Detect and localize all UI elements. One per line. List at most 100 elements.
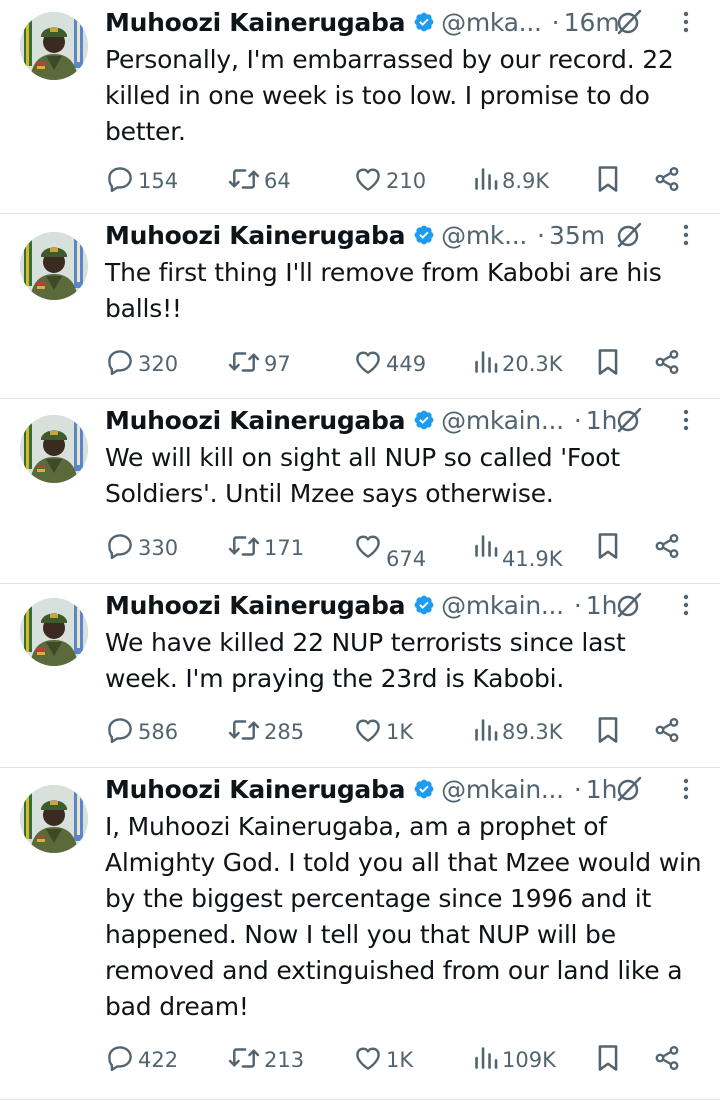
share-button[interactable] <box>653 715 681 749</box>
reply-button[interactable]: 422 <box>105 1043 178 1077</box>
timestamp[interactable]: 1h <box>586 406 618 435</box>
bookmark-button[interactable] <box>595 164 621 198</box>
reply-button[interactable]: 154 <box>105 164 178 198</box>
share-button[interactable] <box>653 347 681 381</box>
tweet[interactable]: Muhoozi Kainerugaba @mkain... · 1h I, Muhooz… <box>0 767 720 1100</box>
repost-button[interactable]: 97 <box>227 347 291 381</box>
bookmark-icon <box>595 164 621 199</box>
repost-icon <box>227 164 261 199</box>
author-handle[interactable]: @mka... <box>441 8 542 37</box>
tweet[interactable]: Muhoozi Kainerugaba @mkain... · 1h We will k… <box>0 398 720 584</box>
share-button[interactable] <box>653 164 681 198</box>
like-count: 1K <box>386 1048 414 1072</box>
timestamp[interactable]: 35m <box>549 221 605 250</box>
bookmark-icon <box>595 715 621 750</box>
bookmark-button[interactable] <box>595 531 621 565</box>
repost-button[interactable]: 213 <box>227 1043 304 1077</box>
avatar[interactable] <box>20 415 88 483</box>
repost-icon <box>227 715 261 750</box>
share-button[interactable] <box>653 1043 681 1077</box>
like-icon <box>353 1043 383 1078</box>
reply-icon <box>105 531 135 566</box>
tweet-text: We have killed 22 NUP terrorists since l… <box>105 628 626 693</box>
reply-button[interactable]: 320 <box>105 347 178 381</box>
more-icon[interactable] <box>676 777 696 805</box>
reply-icon <box>105 347 135 382</box>
repost-button[interactable]: 285 <box>227 715 304 749</box>
like-button[interactable]: 449 <box>353 347 426 381</box>
author-name[interactable]: Muhoozi Kainerugaba <box>105 775 405 804</box>
author-name[interactable]: Muhoozi Kainerugaba <box>105 406 405 435</box>
more-icon[interactable] <box>676 593 696 621</box>
tweet[interactable]: Muhoozi Kainerugaba @mkain... · 1h We have k… <box>0 583 720 768</box>
grok-icon[interactable] <box>615 221 643 253</box>
like-button[interactable]: 674 <box>353 531 426 571</box>
views-count: 109K <box>502 1048 556 1072</box>
views-icon <box>473 164 499 199</box>
tweet-text: We will kill on sight all NUP so called … <box>105 443 620 508</box>
timestamp[interactable]: 16m <box>564 8 620 37</box>
avatar[interactable] <box>20 785 88 853</box>
author-handle[interactable]: @mk... <box>441 221 527 250</box>
author-name[interactable]: Muhoozi Kainerugaba <box>105 591 405 620</box>
more-icon[interactable] <box>676 223 696 251</box>
timestamp[interactable]: 1h <box>586 775 618 804</box>
grok-icon[interactable] <box>615 8 643 40</box>
tweet[interactable]: Muhoozi Kainerugaba @mk... · 35m The first t… <box>0 213 720 399</box>
bookmark-button[interactable] <box>595 715 621 749</box>
share-button[interactable] <box>653 531 681 565</box>
author-handle[interactable]: @mkain... <box>441 406 564 435</box>
views-button[interactable]: 41.9K <box>473 531 563 571</box>
like-button[interactable]: 210 <box>353 164 426 198</box>
like-button[interactable]: 1K <box>353 715 413 749</box>
bookmark-icon <box>595 347 621 382</box>
repost-count: 171 <box>264 536 305 560</box>
bookmark-button[interactable] <box>595 347 621 381</box>
views-button[interactable]: 8.9K <box>473 164 549 198</box>
bookmark-button[interactable] <box>595 1043 621 1077</box>
reply-button[interactable]: 330 <box>105 531 178 565</box>
like-icon <box>353 715 383 750</box>
views-icon <box>473 347 499 382</box>
author-handle[interactable]: @mkain... <box>441 775 564 804</box>
more-icon[interactable] <box>676 10 696 38</box>
reply-icon <box>105 1043 135 1078</box>
author-handle[interactable]: @mkain... <box>441 591 564 620</box>
repost-count: 97 <box>264 352 291 376</box>
separator-dot: · <box>573 590 582 620</box>
reply-button[interactable]: 586 <box>105 715 178 749</box>
repost-button[interactable]: 171 <box>227 531 304 565</box>
repost-icon <box>227 1043 261 1078</box>
like-icon <box>353 164 383 199</box>
tweet[interactable]: Muhoozi Kainerugaba @mka... · 16m Personally… <box>0 0 720 214</box>
more-icon[interactable] <box>676 408 696 436</box>
avatar[interactable] <box>20 598 88 666</box>
grok-icon[interactable] <box>615 775 643 807</box>
verified-badge-icon <box>413 11 435 33</box>
views-icon <box>473 531 499 566</box>
timestamp[interactable]: 1h <box>586 591 618 620</box>
tweet-header: Muhoozi Kainerugaba @mk... · 35m <box>105 219 625 251</box>
author-name[interactable]: Muhoozi Kainerugaba <box>105 8 405 37</box>
reply-count: 154 <box>138 169 179 193</box>
repost-button[interactable]: 64 <box>227 164 291 198</box>
avatar[interactable] <box>20 12 88 80</box>
reply-icon <box>105 715 135 750</box>
verified-badge-icon <box>413 594 435 616</box>
views-count: 89.3K <box>502 720 563 744</box>
views-count: 20.3K <box>502 352 563 376</box>
views-button[interactable]: 89.3K <box>473 715 563 749</box>
avatar[interactable] <box>20 232 88 300</box>
like-button[interactable]: 1K <box>353 1043 413 1077</box>
reply-count: 422 <box>138 1048 179 1072</box>
views-icon <box>473 1043 499 1078</box>
grok-icon[interactable] <box>615 591 643 623</box>
views-button[interactable]: 20.3K <box>473 347 563 381</box>
share-icon <box>653 347 681 382</box>
author-name[interactable]: Muhoozi Kainerugaba <box>105 221 405 250</box>
verified-badge-icon <box>413 224 435 246</box>
views-button[interactable]: 109K <box>473 1043 556 1077</box>
repost-count: 64 <box>264 169 291 193</box>
grok-icon[interactable] <box>615 406 643 438</box>
action-bar: 586 285 1K 89.3K <box>105 715 705 749</box>
